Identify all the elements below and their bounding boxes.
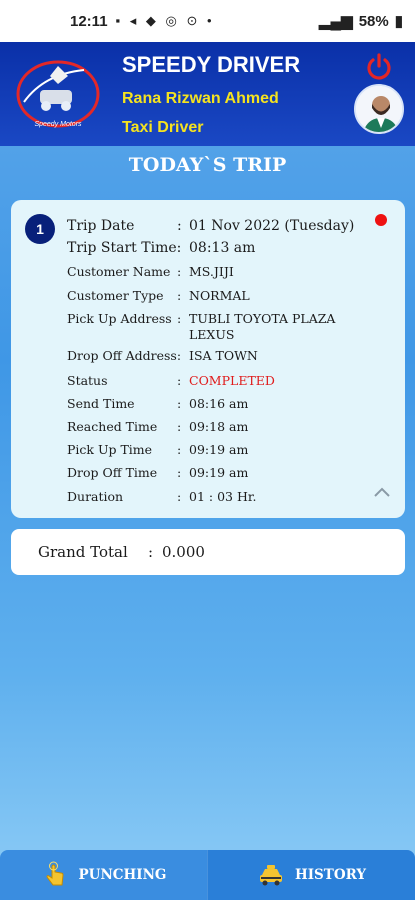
duration-value: 01 : 03 Hr. (189, 489, 257, 504)
driver-photo (356, 86, 402, 132)
pickup-address-row: Pick Up Address : TUBLI TOYOTA PLAZA LEX… (67, 311, 339, 343)
taxi-icon (259, 865, 282, 886)
driver-role: Taxi Driver (122, 119, 204, 136)
customer-name-row: Customer Name : MS.JIJI (67, 264, 389, 279)
send-time-value: 08:16 am (189, 396, 249, 411)
grand-total-card: Grand Total : 0.000 (11, 529, 405, 575)
row-label: Pick Up Time (67, 442, 153, 457)
power-icon[interactable] (364, 52, 394, 82)
row-label: Drop Off Address: (67, 348, 182, 363)
row-label: Reached Time (67, 419, 158, 434)
row-colon: : (177, 442, 182, 457)
row-label: Drop Off Time (67, 465, 158, 480)
avatar[interactable] (354, 84, 404, 134)
status-right: ▂▄▆ 58% ▮ (319, 12, 403, 31)
customer-name-value: MS.JIJI (189, 264, 234, 279)
row-colon: : (177, 419, 182, 434)
bottom-nav: PUNCHING HISTORY (0, 850, 415, 900)
punching-button[interactable]: PUNCHING (0, 850, 207, 900)
pickup-time-value: 09:19 am (189, 442, 249, 457)
app-title: SPEEDY DRIVER (122, 52, 301, 77)
history-label: HISTORY (294, 867, 367, 883)
grand-total-value: 0.000 (162, 543, 205, 561)
grand-total-label: Grand Total (38, 543, 128, 561)
duration-row: Duration : 01 : 03 Hr. (67, 489, 389, 504)
row-colon: : (177, 288, 182, 303)
trip-card[interactable]: 1 Trip Date : 01 Nov 2022 (Tuesday) Trip… (11, 200, 405, 518)
reached-time-value: 09:18 am (189, 419, 249, 434)
dropoff-address-value: ISA TOWN (189, 348, 258, 363)
history-button[interactable]: HISTORY (207, 850, 415, 900)
customer-type-row: Customer Type : NORMAL (67, 288, 389, 303)
row-label: Send Time (67, 396, 135, 411)
customer-type-value: NORMAL (189, 288, 250, 303)
row-label: Status (67, 373, 108, 388)
row-colon: : (177, 311, 182, 326)
speedy-motors-logo: Speedy Motors (16, 60, 100, 128)
row-label: Trip Date (67, 218, 135, 234)
chevron-up-icon[interactable] (373, 486, 391, 498)
row-colon: : (148, 543, 154, 561)
hand-tap-icon (46, 861, 64, 886)
pickup-time-row: Pick Up Time : 09:19 am (67, 442, 389, 457)
status-row: Status : COMPLETED (67, 373, 389, 388)
reached-time-row: Reached Time : 09:18 am (67, 419, 389, 434)
row-colon: : (177, 264, 182, 279)
trip-date-value: 01 Nov 2022 (Tuesday) (189, 218, 355, 234)
driver-name: Rana Rizwan Ahmed (122, 90, 279, 107)
row-colon: : (177, 218, 182, 234)
trip-start-row: Trip Start Time: 08:13 am (67, 240, 389, 256)
svg-text:Speedy Motors: Speedy Motors (34, 121, 82, 128)
trip-start-value: 08:13 am (189, 240, 256, 256)
dropoff-time-row: Drop Off Time : 09:19 am (67, 465, 389, 480)
trip-date-row: Trip Date : 01 Nov 2022 (Tuesday) (67, 218, 389, 234)
signal-icon: ▂▄▆ (319, 13, 353, 30)
row-label: Pick Up Address (67, 311, 172, 326)
battery-icon: ▮ (394, 13, 403, 30)
send-time-row: Send Time : 08:16 am (67, 396, 389, 411)
status-bar: 12:11 ▪ ◂ ◆ ◎ ⊙ • ▂▄▆ 58% ▮ (0, 0, 415, 42)
pickup-address-value: TUBLI TOYOTA PLAZA LEXUS (189, 311, 336, 342)
row-colon: : (177, 489, 182, 504)
dropoff-address-row: Drop Off Address: ISA TOWN (67, 348, 389, 363)
status-time: 12:11 (70, 12, 108, 30)
status-value: COMPLETED (189, 373, 275, 388)
row-label: Customer Type (67, 288, 164, 303)
dropoff-time-value: 09:19 am (189, 465, 249, 480)
row-label: Customer Name (67, 264, 171, 279)
row-colon: : (177, 396, 182, 411)
app-header: Speedy Motors SPEEDY DRIVER Rana Rizwan … (0, 42, 415, 146)
row-label: Duration (67, 489, 124, 504)
punching-label: PUNCHING (78, 867, 167, 883)
page-title: TODAY`S TRIP (128, 154, 287, 176)
battery-text: 58% (358, 12, 389, 30)
row-label: Trip Start Time: (67, 240, 182, 256)
trip-number-badge: 1 (25, 214, 55, 244)
notification-icons: ▪ ◂ ◆ ◎ ⊙ • (115, 13, 215, 28)
row-colon: : (177, 373, 182, 388)
row-colon: : (177, 465, 182, 480)
